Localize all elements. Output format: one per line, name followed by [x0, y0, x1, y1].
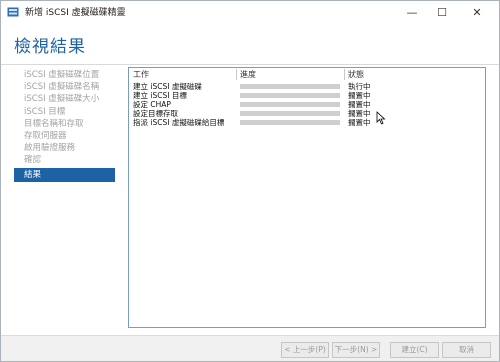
wizard-footer: < 上一步(P) 下一步(N) > 建立(C) 取消 — [1, 336, 499, 361]
create-button[interactable]: 建立(C) — [390, 342, 439, 358]
wizard-step-nav: iSCSI 虛擬磁碟位置 iSCSI 虛擬磁碟名稱 iSCSI 虛擬磁碟大小 i… — [14, 69, 115, 183]
nav-step-results: 結果 — [14, 168, 115, 183]
column-header-status[interactable]: 狀態 — [348, 68, 364, 81]
task-cell: 設定目標存取 — [133, 109, 178, 118]
task-cell: 指派 iSCSI 虛擬磁碟給目標 — [133, 118, 225, 127]
results-table: 工作 進度 狀態 建立 iSCSI 虛擬磁碟 執行中 建立 iSCSI 目標 擱… — [128, 67, 486, 328]
status-cell: 擱置中 — [348, 109, 371, 118]
nav-step-access-servers: 存取伺服器 — [24, 130, 67, 141]
mouse-cursor-icon — [376, 111, 386, 125]
table-row[interactable]: 建立 iSCSI 虛擬磁碟 執行中 — [129, 82, 485, 91]
status-cell: 擱置中 — [348, 91, 371, 100]
column-header-progress[interactable]: 進度 — [240, 68, 256, 81]
column-header-task[interactable]: 工作 — [133, 68, 149, 81]
task-cell: 建立 iSCSI 目標 — [133, 91, 187, 100]
minimize-button[interactable]: — — [399, 1, 425, 23]
progress-bar — [240, 84, 340, 89]
column-separator[interactable] — [236, 69, 237, 80]
close-button[interactable]: ✕ — [464, 1, 490, 23]
server-manager-icon — [7, 7, 19, 17]
status-cell: 執行中 — [348, 82, 371, 91]
wizard-body: iSCSI 虛擬磁碟位置 iSCSI 虛擬磁碟名稱 iSCSI 虛擬磁碟大小 i… — [1, 65, 499, 335]
wizard-window: 新增 iSCSI 虛擬磁碟精靈 — ☐ ✕ 檢視結果 iSCSI 虛擬磁碟位置 … — [0, 0, 500, 362]
table-row[interactable]: 設定 CHAP 擱置中 — [129, 100, 485, 109]
nav-step-disk-name: iSCSI 虛擬磁碟名稱 — [24, 82, 100, 93]
progress-bar — [240, 111, 340, 116]
status-cell: 擱置中 — [348, 118, 371, 127]
table-row[interactable]: 指派 iSCSI 虛擬磁碟給目標 擱置中 — [129, 118, 485, 127]
task-cell: 設定 CHAP — [133, 100, 171, 109]
window-title: 新增 iSCSI 虛擬磁碟精靈 — [25, 8, 126, 18]
status-cell: 擱置中 — [348, 100, 371, 109]
progress-bar — [240, 120, 340, 125]
progress-bar — [240, 102, 340, 107]
nav-step-disk-location: iSCSI 虛擬磁碟位置 — [24, 70, 100, 80]
next-button[interactable]: 下一步(N) > — [332, 342, 380, 358]
cancel-button[interactable]: 取消 — [442, 342, 491, 358]
nav-step-disk-size: iSCSI 虛擬磁碟大小 — [24, 94, 100, 105]
table-row[interactable]: 設定目標存取 擱置中 — [129, 109, 485, 118]
wizard-header: 檢視結果 — [1, 23, 499, 64]
table-row[interactable]: 建立 iSCSI 目標 擱置中 — [129, 91, 485, 100]
nav-step-auth: 啟用驗證服務 — [24, 143, 76, 154]
progress-bar — [240, 93, 340, 98]
task-cell: 建立 iSCSI 虛擬磁碟 — [133, 82, 202, 91]
title-bar: 新增 iSCSI 虛擬磁碟精靈 — ☐ ✕ — [1, 1, 499, 23]
page-title: 檢視結果 — [14, 37, 86, 57]
nav-step-confirmation: 確認 — [24, 155, 42, 166]
nav-step-target: iSCSI 目標 — [24, 106, 66, 117]
nav-step-target-name-access: 目標名稱和存取 — [24, 118, 84, 129]
previous-button[interactable]: < 上一步(P) — [281, 342, 329, 358]
maximize-button[interactable]: ☐ — [429, 1, 455, 23]
column-separator[interactable] — [344, 69, 345, 80]
